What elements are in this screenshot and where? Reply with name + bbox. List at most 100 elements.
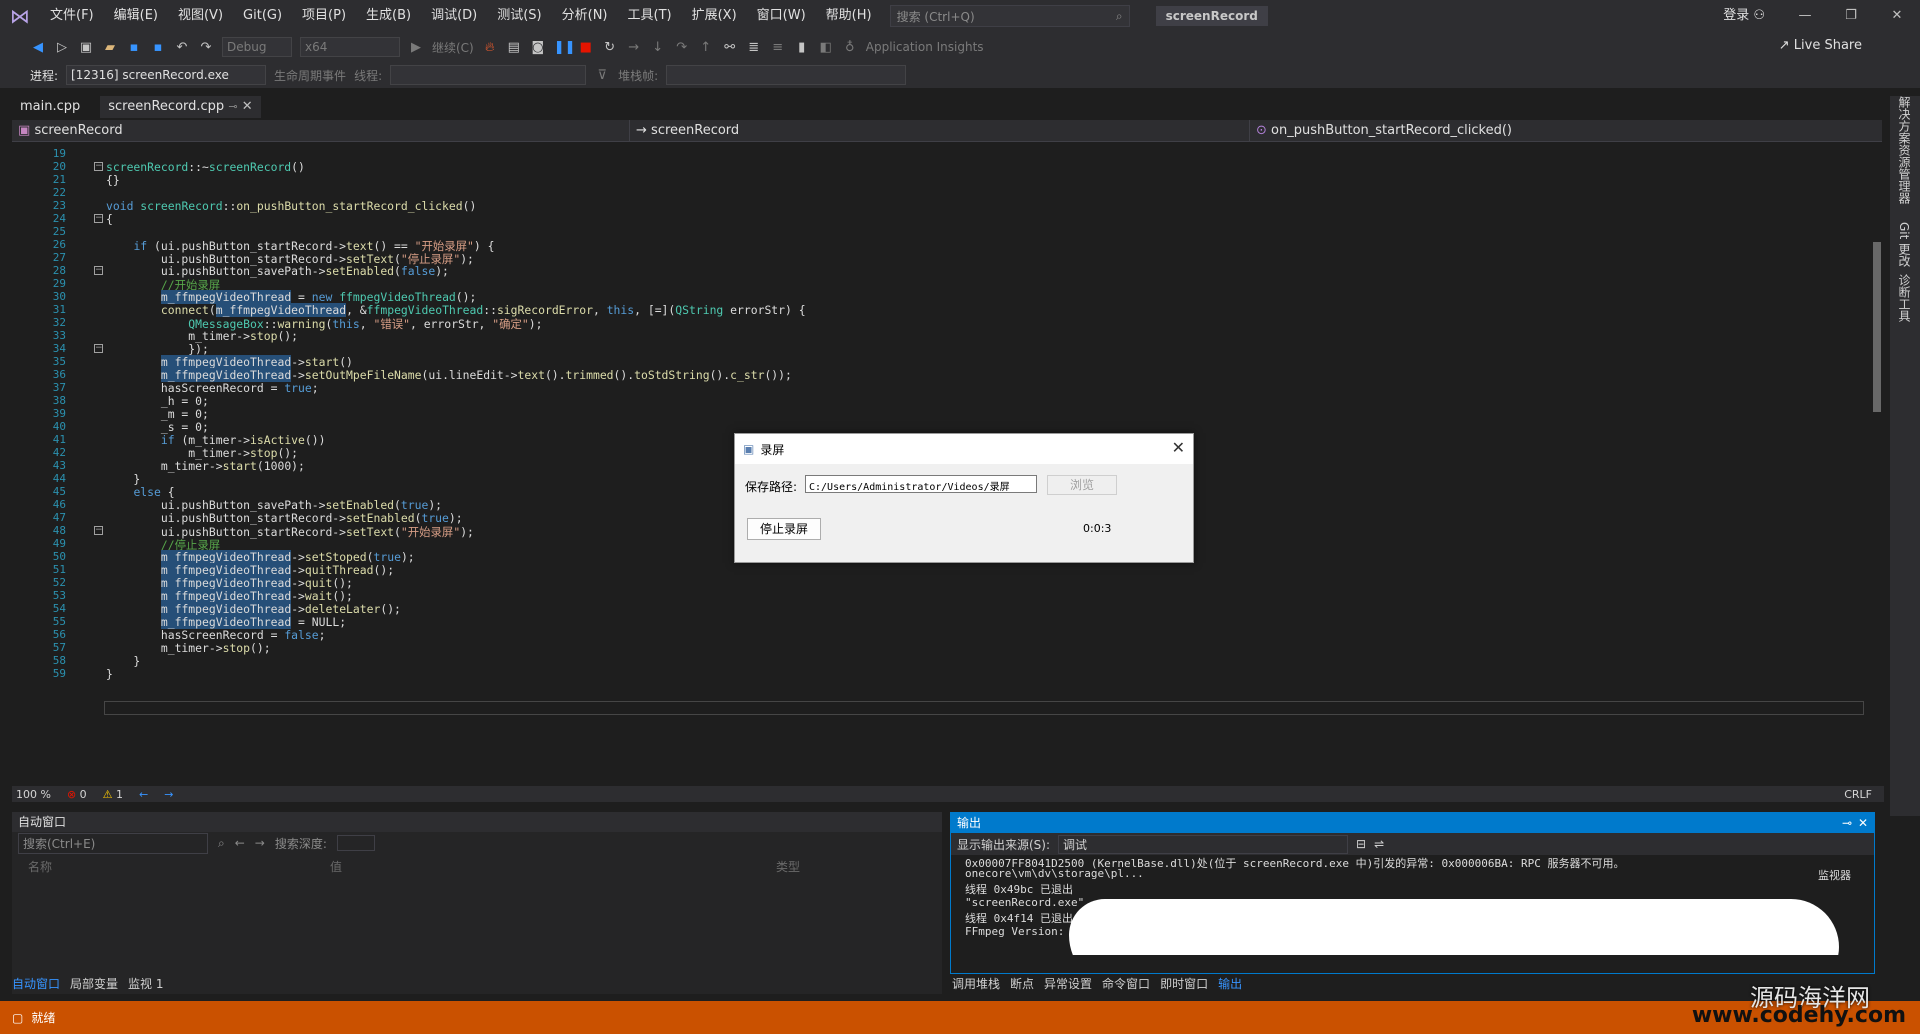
- redo-icon[interactable]: ↷: [198, 40, 214, 55]
- menu-item[interactable]: 编辑(E): [104, 0, 168, 32]
- login-button[interactable]: 登录 ⚇: [1723, 0, 1765, 32]
- open-folder-icon[interactable]: ▰: [102, 40, 118, 55]
- line-ending[interactable]: CRLF: [1844, 788, 1872, 801]
- lifecycle-events-button[interactable]: 生命周期事件: [274, 67, 346, 84]
- search-icon[interactable]: ⌕: [218, 836, 225, 851]
- tab-main-cpp[interactable]: main.cpp: [12, 96, 88, 118]
- menu-item[interactable]: 扩展(X): [682, 0, 747, 32]
- menu-item[interactable]: 生成(B): [356, 0, 421, 32]
- diagnostic-tools-tab[interactable]: 诊断工具: [1896, 274, 1913, 322]
- warning-indicator[interactable]: ⚠ 1: [103, 788, 123, 801]
- lightbulb-icon[interactable]: ♁: [842, 40, 858, 55]
- tab-locals[interactable]: 局部变量: [70, 974, 118, 994]
- column-type[interactable]: 类型: [776, 858, 800, 878]
- tab-autos[interactable]: 自动窗口: [12, 974, 60, 994]
- thread-select[interactable]: [390, 65, 587, 85]
- screenshot-icon[interactable]: ◙: [530, 40, 546, 55]
- tab-output[interactable]: 输出: [1218, 974, 1242, 994]
- config-select[interactable]: Debug: [222, 37, 292, 57]
- close-panel-icon[interactable]: ✕: [1858, 813, 1868, 833]
- restart-icon[interactable]: ↻: [602, 40, 618, 55]
- browse-button[interactable]: 浏览: [1047, 475, 1117, 495]
- menu-item[interactable]: 工具(T): [618, 0, 682, 32]
- save-icon[interactable]: ▪: [126, 40, 142, 55]
- error-indicator[interactable]: ⊗ 0: [67, 788, 87, 801]
- menu-item[interactable]: 调试(D): [421, 0, 487, 32]
- pin-icon[interactable]: ⊸: [228, 100, 237, 113]
- tab-call-stack[interactable]: 调用堆栈: [952, 974, 1000, 994]
- pause-icon[interactable]: ❚❚: [554, 40, 576, 55]
- platform-select[interactable]: x64: [300, 37, 400, 57]
- next-issue-icon[interactable]: →: [164, 788, 173, 801]
- menu-item[interactable]: 测试(S): [487, 0, 551, 32]
- process-select[interactable]: [12316] screenRecord.exe: [66, 65, 267, 85]
- back-icon[interactable]: ◀: [30, 40, 46, 55]
- browse-target-icon[interactable]: ▤: [506, 40, 522, 55]
- tab-exception-settings[interactable]: 异常设置: [1044, 974, 1092, 994]
- project-dropdown[interactable]: ▣ screenRecord: [12, 120, 630, 142]
- member-dropdown[interactable]: ⊙ on_pushButton_startRecord_clicked(): [1250, 120, 1850, 142]
- solution-explorer-tab[interactable]: 解决方案资源管理器: [1896, 96, 1913, 204]
- menu-item[interactable]: 帮助(H): [816, 0, 882, 32]
- save-path-input[interactable]: C:/Users/Administrator/Videos/录屏: [805, 475, 1037, 493]
- forward-icon[interactable]: ▷: [54, 40, 70, 55]
- word-wrap-icon[interactable]: ⇌: [1374, 837, 1384, 851]
- fold-toggle-icon[interactable]: −: [94, 214, 103, 223]
- step-out-icon[interactable]: ↑: [698, 40, 714, 55]
- menu-item[interactable]: 项目(P): [292, 0, 356, 32]
- bookmark-icon[interactable]: ▮: [794, 40, 810, 55]
- tab-watch-1[interactable]: 监视 1: [128, 974, 163, 994]
- continue-button[interactable]: 继续(C): [432, 39, 474, 56]
- prev-issue-icon[interactable]: ←: [139, 788, 148, 801]
- live-share-button[interactable]: ↗ Live Share: [1779, 38, 1862, 53]
- pin-icon[interactable]: ⊸: [1842, 813, 1852, 833]
- maximize-button[interactable]: ❐: [1828, 0, 1874, 32]
- save-all-icon[interactable]: ▪: [150, 40, 166, 55]
- menu-item[interactable]: Git(G): [233, 0, 292, 32]
- step-over-icon[interactable]: ↷: [674, 40, 690, 55]
- tab-breakpoints[interactable]: 断点: [1010, 974, 1034, 994]
- stack-frame-select[interactable]: [666, 65, 907, 85]
- application-insights-button[interactable]: Application Insights: [866, 40, 984, 54]
- continue-icon[interactable]: ▶: [408, 40, 424, 55]
- output-text[interactable]: 0x00007FF8041D2500 (KernelBase.dll)处(位于 …: [951, 855, 1851, 955]
- search-input[interactable]: 搜索 (Ctrl+Q) ⌕: [889, 5, 1130, 27]
- fold-toggle-icon[interactable]: −: [94, 162, 103, 171]
- editor-scrollbar[interactable]: [1870, 142, 1884, 784]
- threads-icon[interactable]: ≣: [746, 40, 762, 55]
- show-next-statement-icon[interactable]: →: [626, 40, 642, 55]
- stop-icon[interactable]: ■: [578, 40, 594, 55]
- close-window-button[interactable]: ✕: [1874, 0, 1920, 32]
- filter-icon[interactable]: ⊽: [594, 68, 610, 83]
- clear-output-icon[interactable]: ⊟: [1356, 837, 1366, 851]
- tab-screenrecord-cpp[interactable]: screenRecord.cpp ⊸ ✕: [100, 96, 261, 118]
- column-value[interactable]: 值: [330, 858, 776, 878]
- scrollbar-thumb[interactable]: [1873, 242, 1881, 412]
- new-project-icon[interactable]: ▣: [78, 40, 94, 55]
- hex-icon[interactable]: ⚯: [722, 40, 738, 55]
- autos-search-input[interactable]: 搜索(Ctrl+E): [18, 832, 208, 854]
- menu-item[interactable]: 文件(F): [40, 0, 104, 32]
- comment-icon[interactable]: ≡: [770, 40, 786, 55]
- hot-reload-icon[interactable]: 🔥︎: [482, 40, 498, 55]
- fold-toggle-icon[interactable]: −: [94, 344, 103, 353]
- menu-item[interactable]: 分析(N): [552, 0, 618, 32]
- prev-bookmark-icon[interactable]: ◧: [818, 40, 834, 55]
- column-name[interactable]: 名称: [12, 858, 330, 878]
- menu-item[interactable]: 窗口(W): [747, 0, 816, 32]
- scope-dropdown[interactable]: → screenRecord: [630, 120, 1250, 142]
- output-source-select[interactable]: 调试: [1058, 834, 1349, 854]
- undo-icon[interactable]: ↶: [174, 40, 190, 55]
- zoom-select[interactable]: 100 %: [16, 788, 51, 801]
- tab-immediate-window[interactable]: 即时窗口: [1160, 974, 1208, 994]
- step-into-icon[interactable]: ↓: [650, 40, 666, 55]
- tab-command-window[interactable]: 命令窗口: [1102, 974, 1150, 994]
- fold-toggle-icon[interactable]: −: [94, 266, 103, 275]
- close-tab-icon[interactable]: ✕: [242, 99, 253, 114]
- minimize-button[interactable]: —: [1782, 0, 1828, 32]
- git-changes-tab[interactable]: Git 更改: [1896, 222, 1913, 267]
- close-icon[interactable]: ✕: [1172, 438, 1185, 457]
- fold-toggle-icon[interactable]: −: [94, 526, 103, 535]
- stop-record-button[interactable]: 停止录屏: [747, 518, 821, 540]
- menu-item[interactable]: 视图(V): [168, 0, 233, 32]
